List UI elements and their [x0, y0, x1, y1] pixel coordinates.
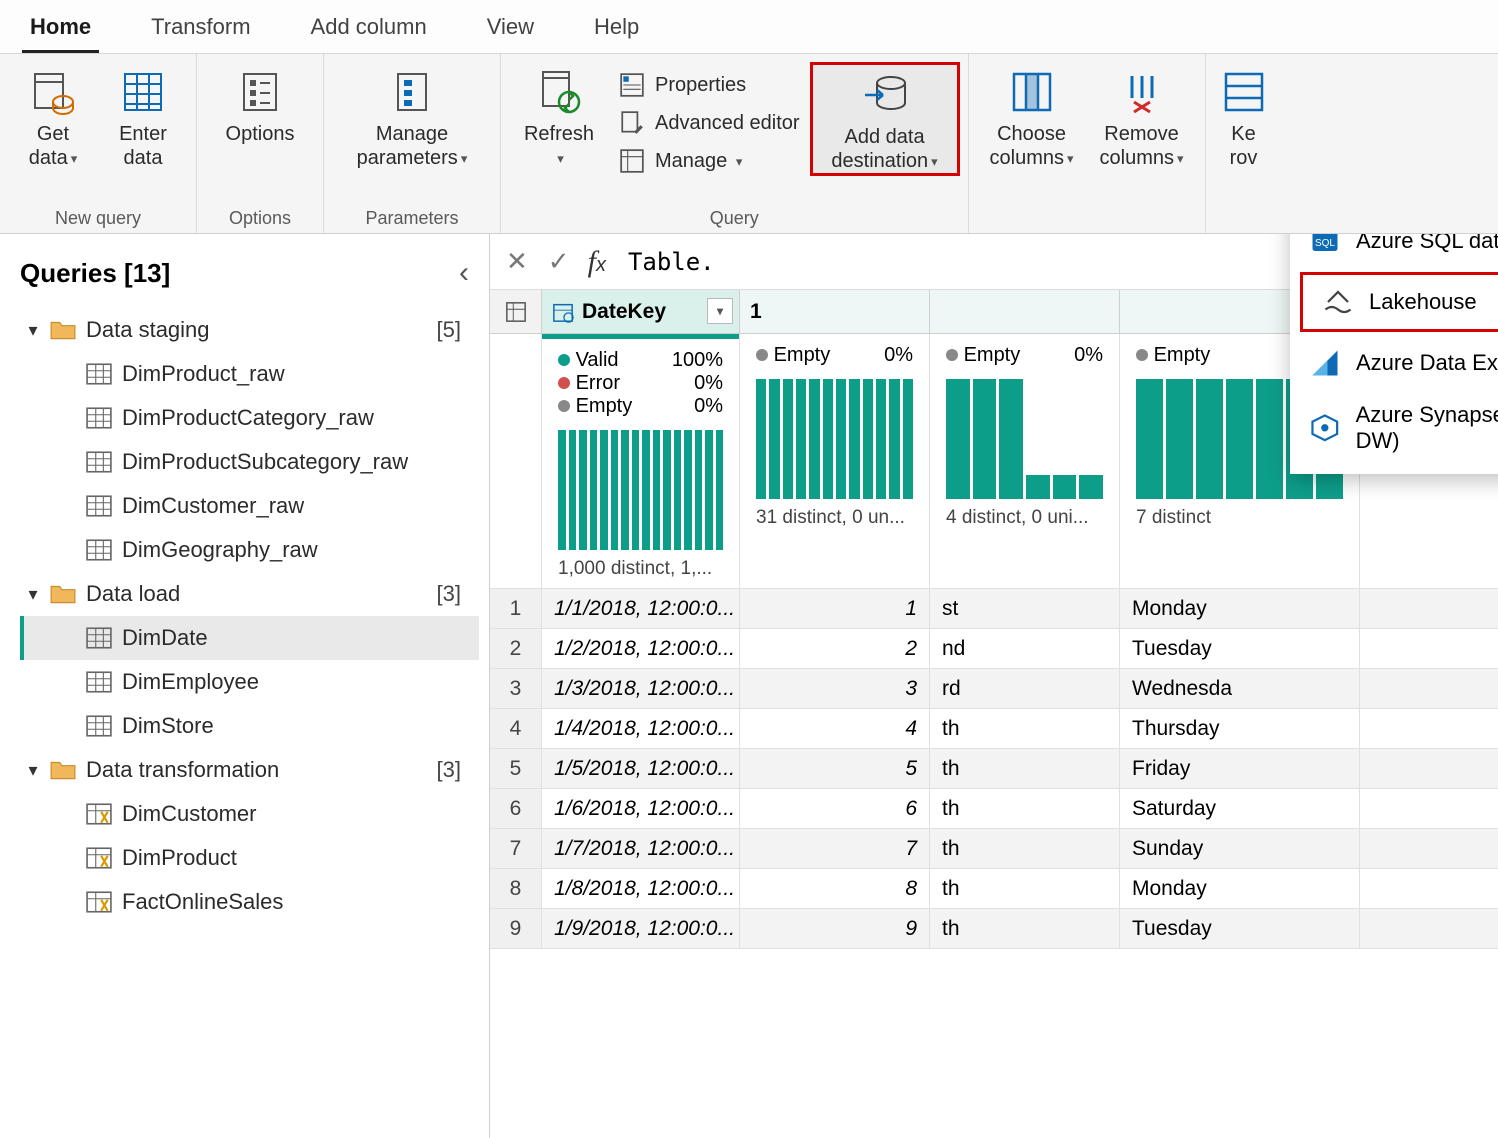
- column-header-3[interactable]: [930, 290, 1120, 333]
- group-label-new-query: New query: [55, 204, 141, 229]
- folder[interactable]: ▾Data load[3]: [20, 572, 479, 616]
- ribbon-group-new-query: Get data▾ Enter data New query: [0, 54, 197, 233]
- manage-icon: [619, 148, 645, 174]
- properties-button[interactable]: Properties: [609, 66, 810, 104]
- get-data-icon: [29, 68, 77, 116]
- keep-rows-icon: [1220, 68, 1268, 116]
- properties-icon: [619, 72, 645, 98]
- add-data-destination-icon: [861, 71, 909, 119]
- menu-synapse[interactable]: Azure Synapse Analytics (SQL DW): [1290, 390, 1498, 466]
- query-item[interactable]: DimProduct_raw: [20, 352, 479, 396]
- group-label-options: Options: [229, 204, 291, 229]
- lakehouse-icon: [1323, 287, 1353, 317]
- query-item[interactable]: DimDate: [20, 616, 479, 660]
- tab-home[interactable]: Home: [0, 0, 121, 53]
- tab-transform[interactable]: Transform: [121, 0, 280, 53]
- select-all-icon[interactable]: [490, 290, 542, 333]
- column-filter-icon[interactable]: ▾: [707, 298, 733, 324]
- folder[interactable]: ▾Data transformation[3]: [20, 748, 479, 792]
- quality-col-3: Empty0% 4 distinct, 0 uni...: [930, 334, 1120, 588]
- remove-columns-button[interactable]: Remove columns▾: [1087, 62, 1197, 170]
- enter-data-button[interactable]: Enter data: [98, 62, 188, 170]
- query-item[interactable]: DimCustomer: [20, 792, 479, 836]
- query-item[interactable]: DimEmployee: [20, 660, 479, 704]
- ribbon-group-parameters: Manage parameters▾ Parameters: [324, 54, 501, 233]
- ribbon-group-query: Refresh▾ Properties Advanced editor Mana…: [501, 54, 969, 233]
- choose-columns-icon: [1008, 68, 1056, 116]
- table-row[interactable]: 21/2/2018, 12:00:0...2ndTuesday: [490, 629, 1498, 669]
- query-item[interactable]: DimStore: [20, 704, 479, 748]
- tab-view[interactable]: View: [457, 0, 564, 53]
- query-item[interactable]: DimCustomer_raw: [20, 484, 479, 528]
- commit-formula-icon[interactable]: ✓: [548, 246, 570, 277]
- manage-parameters-button[interactable]: Manage parameters▾: [332, 62, 492, 170]
- ribbon: Get data▾ Enter data New query Options O…: [0, 54, 1498, 234]
- top-tabs: Home Transform Add column View Help: [0, 0, 1498, 54]
- query-item[interactable]: DimGeography_raw: [20, 528, 479, 572]
- enter-data-icon: [119, 68, 167, 116]
- cancel-formula-icon[interactable]: ✕: [506, 246, 528, 277]
- query-item[interactable]: DimProductCategory_raw: [20, 396, 479, 440]
- fx-icon[interactable]: fx: [588, 245, 606, 279]
- menu-kusto[interactable]: Azure Data Explorer (Kusto): [1290, 336, 1498, 390]
- refresh-icon: [535, 68, 583, 116]
- queries-panel: Queries [13] ‹ ▾Data staging[5]DimProduc…: [0, 234, 490, 1138]
- table-row[interactable]: 71/7/2018, 12:00:0...7thSunday: [490, 829, 1498, 869]
- add-data-destination-button[interactable]: Add data destination▾: [810, 62, 960, 176]
- parameters-icon: [388, 68, 436, 116]
- main-area: ✕ ✓ fx SQL Azure SQL database Lakehouse …: [490, 234, 1498, 1138]
- quality-col-2: Empty0% 31 distinct, 0 un...: [740, 334, 930, 588]
- query-item[interactable]: DimProduct: [20, 836, 479, 880]
- query-item[interactable]: FactOnlineSales: [20, 880, 479, 924]
- table-row[interactable]: 41/4/2018, 12:00:0...4thThursday: [490, 709, 1498, 749]
- choose-columns-button[interactable]: Choose columns▾: [977, 62, 1087, 170]
- collapse-queries-button[interactable]: ‹: [459, 256, 469, 290]
- options-button[interactable]: Options: [205, 62, 315, 146]
- queries-title: Queries [13]: [20, 258, 170, 289]
- ribbon-group-rows: Kerov: [1206, 54, 1282, 233]
- menu-azure-sql[interactable]: SQL Azure SQL database: [1290, 234, 1498, 268]
- table-row[interactable]: 91/9/2018, 12:00:0...9thTuesday: [490, 909, 1498, 949]
- options-icon: [236, 68, 284, 116]
- advanced-editor-icon: [619, 110, 645, 136]
- remove-columns-icon: [1118, 68, 1166, 116]
- table-row[interactable]: 31/3/2018, 12:00:0...3rdWednesda: [490, 669, 1498, 709]
- table-row[interactable]: 81/8/2018, 12:00:0...8thMonday: [490, 869, 1498, 909]
- column-header-2[interactable]: 1: [740, 290, 930, 333]
- group-label-query: Query: [710, 204, 759, 229]
- ribbon-group-options: Options Options: [197, 54, 324, 233]
- svg-text:SQL: SQL: [1315, 238, 1335, 249]
- table-row[interactable]: 61/6/2018, 12:00:0...6thSaturday: [490, 789, 1498, 829]
- refresh-button[interactable]: Refresh▾: [509, 62, 609, 170]
- table-row[interactable]: 51/5/2018, 12:00:0...5thFriday: [490, 749, 1498, 789]
- queries-tree: ▾Data staging[5]DimProduct_rawDimProduct…: [20, 308, 479, 924]
- datetime-type-icon: [552, 301, 574, 323]
- ribbon-group-columns: Choose columns▾ Remove columns▾: [969, 54, 1206, 233]
- tab-add-column[interactable]: Add column: [281, 0, 457, 53]
- tab-help[interactable]: Help: [564, 0, 669, 53]
- quality-col-1: Valid100% Error0% Empty0% 1,000 distinct…: [542, 334, 740, 588]
- column-header-datekey[interactable]: DateKey ▾: [542, 290, 740, 333]
- keep-rows-button[interactable]: Kerov: [1214, 62, 1274, 170]
- kusto-icon: [1310, 348, 1340, 378]
- data-grid[interactable]: 11/1/2018, 12:00:0...1stMonday21/2/2018,…: [490, 589, 1498, 949]
- menu-lakehouse[interactable]: Lakehouse: [1300, 272, 1498, 332]
- manage-button[interactable]: Manage ▾: [609, 142, 810, 180]
- get-data-button[interactable]: Get data▾: [8, 62, 98, 170]
- query-item[interactable]: DimProductSubcategory_raw: [20, 440, 479, 484]
- azure-sql-icon: SQL: [1310, 234, 1340, 256]
- synapse-icon: [1310, 413, 1340, 443]
- group-label-parameters: Parameters: [365, 204, 458, 229]
- table-row[interactable]: 11/1/2018, 12:00:0...1stMonday: [490, 589, 1498, 629]
- folder[interactable]: ▾Data staging[5]: [20, 308, 479, 352]
- add-data-destination-menu: SQL Azure SQL database Lakehouse Azure D…: [1290, 234, 1498, 474]
- advanced-editor-button[interactable]: Advanced editor: [609, 104, 810, 142]
